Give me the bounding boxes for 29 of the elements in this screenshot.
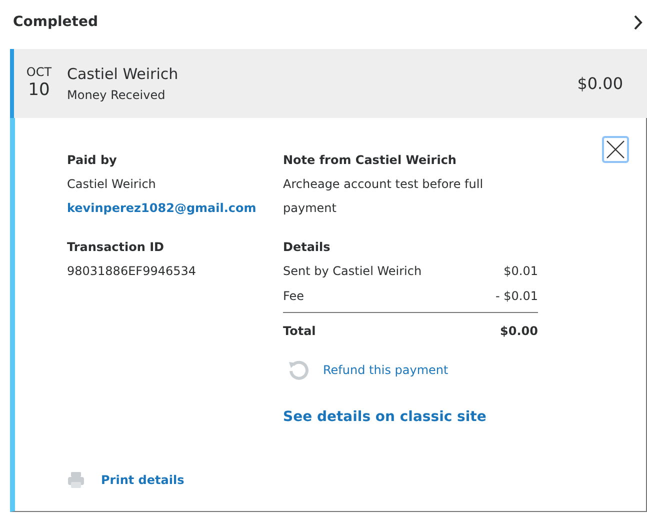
note-text: Archeage account test before full payment — [283, 176, 484, 217]
total-amount: $0.00 — [500, 323, 538, 340]
transaction-amount: $0.00 — [577, 72, 623, 94]
refund-icon — [287, 359, 309, 381]
counterparty-name: Castiel Weirich — [67, 64, 178, 86]
detail-label: Sent by Castiel Weirich — [283, 263, 422, 280]
detail-label: Fee — [283, 288, 304, 305]
transaction-id: 98031886EF9946534 — [67, 263, 198, 280]
transaction-type: Money Received — [67, 86, 166, 104]
print-details-link[interactable]: Print details — [101, 471, 184, 489]
classic-site-link[interactable]: See details on classic site — [283, 407, 538, 428]
total-label: Total — [283, 323, 316, 340]
section-heading: Details — [283, 239, 332, 256]
close-button[interactable] — [602, 136, 629, 163]
date-month: OCT — [26, 65, 52, 80]
detail-amount: - $0.01 — [496, 288, 538, 305]
payer-name: Castiel Weirich — [67, 176, 157, 193]
email-link[interactable]: kevinperez1082@gmail.com — [67, 196, 283, 220]
date-day: 10 — [28, 80, 50, 102]
refund-link[interactable]: Refund this payment — [323, 361, 448, 379]
section-heading: Note from Castiel Weirich — [283, 152, 458, 169]
section-heading: Transaction ID — [67, 239, 166, 256]
transaction-row[interactable]: OCT 10 Castiel Weirich Money Received $0.00 — [10, 49, 647, 118]
detail-amount: $0.01 — [504, 263, 538, 280]
printer-icon — [67, 471, 85, 489]
section-heading: Paid by — [67, 152, 118, 169]
close-icon — [606, 140, 625, 159]
section-title: Completed — [13, 12, 98, 32]
chevron-right-icon[interactable] — [634, 14, 643, 30]
